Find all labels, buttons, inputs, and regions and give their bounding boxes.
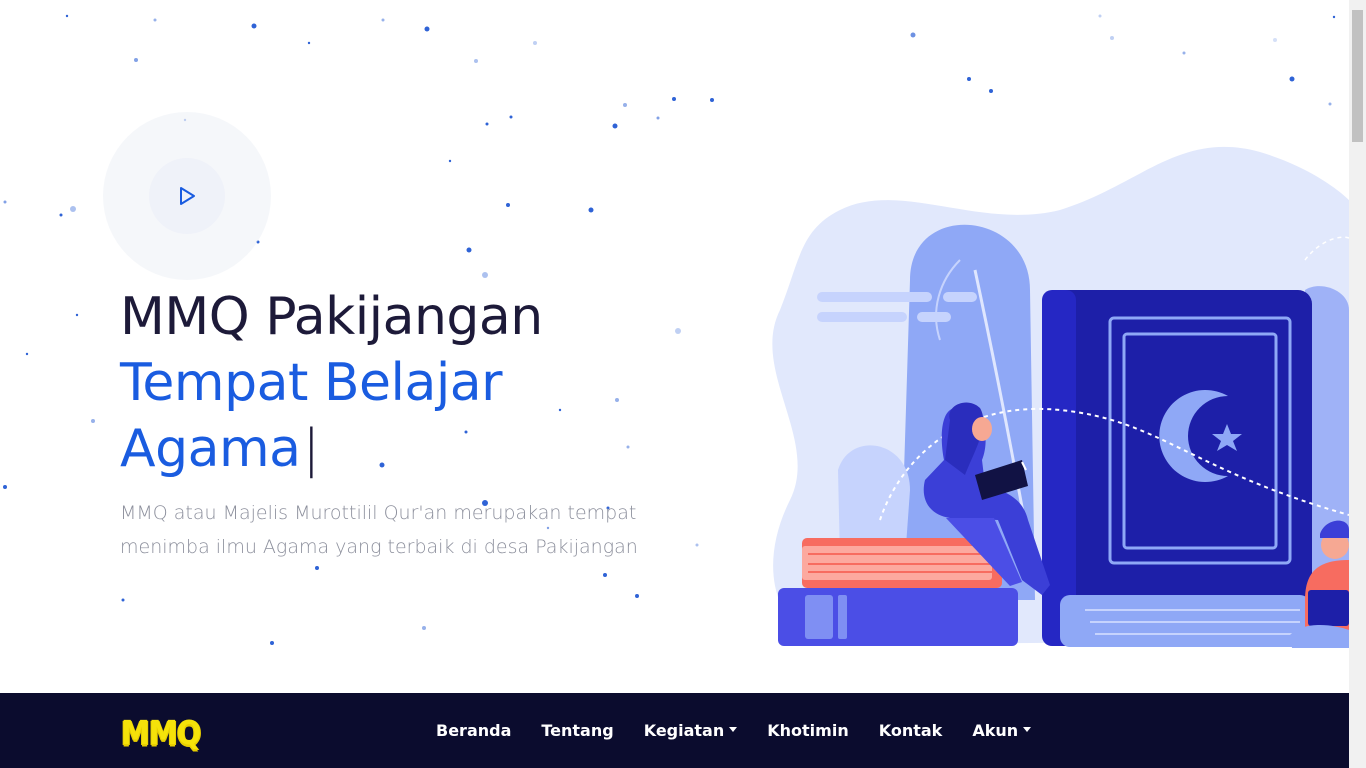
play-icon	[180, 187, 195, 205]
nav-item-beranda[interactable]: Beranda	[436, 721, 511, 740]
hero-description: MMQ atau Majelis Murottilil Qur'an merup…	[120, 502, 638, 558]
nav-item-khotimin[interactable]: Khotimin	[767, 721, 848, 740]
caret-down-icon	[729, 727, 738, 732]
typing-cursor: |	[302, 419, 320, 479]
nav-item-tentang[interactable]: Tentang	[541, 721, 613, 740]
scrollbar-thumb[interactable]	[1352, 10, 1363, 142]
brand-logo[interactable]: MMQ	[121, 713, 201, 752]
hero-title-line3: Agama|	[120, 416, 680, 482]
nav-item-label: Khotimin	[767, 721, 849, 740]
nav-item-label: Akun	[972, 721, 1019, 740]
page: MMQ Pakijangan Tempat Belajar Agama| MMQ…	[0, 0, 1366, 768]
hero-title-line1: MMQ Pakijangan	[120, 287, 543, 347]
hero-title-typed-word: Agama	[120, 419, 301, 479]
nav-item-label: Kegiatan	[643, 721, 725, 740]
nav-item-kegiatan-dropdown[interactable]: Kegiatan	[644, 721, 738, 740]
main-navbar: MMQ Beranda Tentang Kegiatan Khotimin Ko…	[0, 693, 1349, 768]
nav-item-kontak[interactable]: Kontak	[879, 721, 943, 740]
nav-item-akun-dropdown[interactable]: Akun	[972, 721, 1032, 740]
vertical-scrollbar[interactable]	[1349, 0, 1366, 768]
nav-menu: Beranda Tentang Kegiatan Khotimin Kontak…	[436, 693, 1061, 768]
caret-down-icon	[1023, 727, 1032, 732]
nav-item-label: Tentang	[541, 721, 614, 740]
nav-item-label: Beranda	[436, 721, 512, 740]
hero-text-block: MMQ Pakijangan Tempat Belajar Agama| MMQ…	[120, 284, 680, 564]
play-video-button[interactable]	[103, 112, 271, 280]
nav-item-label: Kontak	[878, 721, 943, 740]
play-button-inner[interactable]	[149, 158, 225, 234]
hero-section: MMQ Pakijangan Tempat Belajar Agama| MMQ…	[0, 0, 1349, 693]
hero-illustration	[772, 146, 1349, 648]
hero-title-line2: Tempat Belajar	[120, 353, 503, 413]
